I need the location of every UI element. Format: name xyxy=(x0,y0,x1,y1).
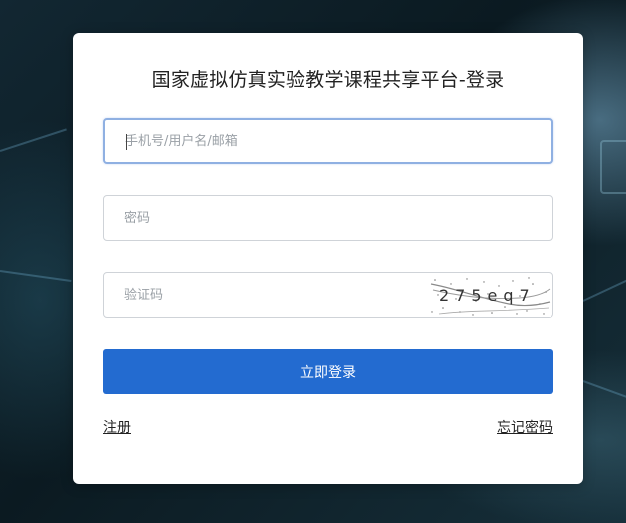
username-field[interactable] xyxy=(103,118,553,164)
forgot-password-link[interactable]: 忘记密码 xyxy=(497,417,553,437)
captcha-image[interactable]: 275eq7 xyxy=(429,274,551,317)
background-shape xyxy=(600,140,626,194)
login-card: 国家虚拟仿真实验教学课程共享平台-登录 手机号/用户名/邮箱 验证码 275eq… xyxy=(73,33,583,484)
password-input[interactable] xyxy=(104,196,552,240)
captcha-input[interactable] xyxy=(104,273,424,317)
background-line xyxy=(582,274,626,302)
text-caret xyxy=(126,134,127,150)
captcha-graphic: 275eq7 xyxy=(429,274,551,317)
background-line xyxy=(0,128,67,152)
captcha-text: 275eq7 xyxy=(439,286,536,305)
captcha-field[interactable]: 275eq7 xyxy=(103,272,553,318)
username-input[interactable] xyxy=(105,120,551,162)
register-link[interactable]: 注册 xyxy=(103,417,131,437)
page-title: 国家虚拟仿真实验教学课程共享平台-登录 xyxy=(151,69,505,91)
login-button[interactable]: 立即登录 xyxy=(103,349,553,394)
background-line xyxy=(582,380,626,403)
background-line xyxy=(0,270,72,283)
password-field[interactable] xyxy=(103,195,553,241)
